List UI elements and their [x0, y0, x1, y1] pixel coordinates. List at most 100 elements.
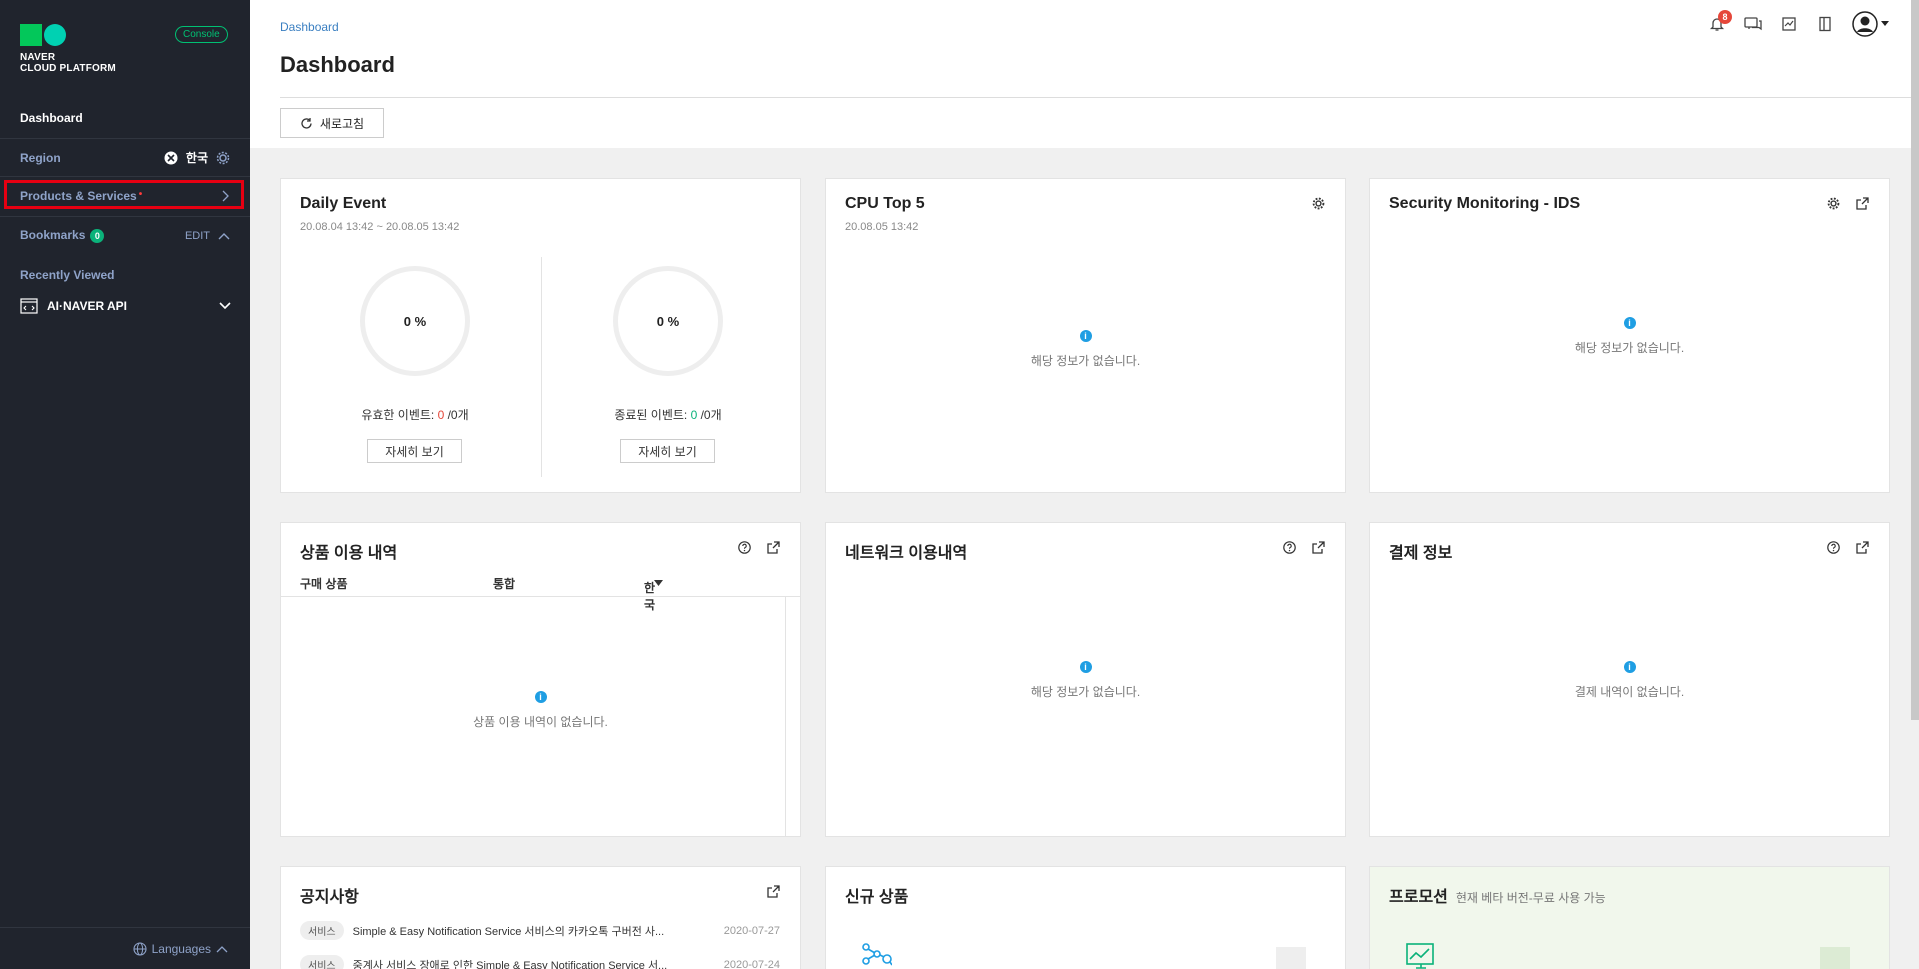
recent-item-ai-naver-api[interactable]: AI·NAVER API	[20, 298, 232, 314]
chevron-up-icon	[216, 945, 228, 952]
help-icon[interactable]	[1283, 541, 1296, 554]
cpu-empty-message: i 해당 정보가 없습니다.	[1030, 330, 1141, 368]
info-icon: i	[534, 691, 547, 703]
chat-icon	[1744, 17, 1762, 31]
card-title: 신규 상품	[845, 889, 909, 906]
network-usage-card: 네트워크 이용내역 i 해당 정보가 없습니다.	[825, 522, 1346, 837]
active-event-label: 유효한 이벤트: 0 /0개	[361, 408, 469, 422]
notice-date: 2020-07-27	[723, 924, 780, 937]
avatar-icon	[1851, 11, 1878, 37]
card-actions	[1312, 197, 1325, 210]
naver-cloud-logo[interactable]: NAVER CLOUD PLATFORM	[20, 24, 116, 74]
page-header: Dashboard Dashboard 새로고침 8	[250, 0, 1919, 720]
logo-text: NAVER CLOUD PLATFORM	[20, 52, 116, 74]
page-scrollbar[interactable]	[1911, 0, 1919, 720]
ended-event-donut: 0 %	[613, 266, 723, 376]
new-products-card: 신규 상품	[825, 866, 1346, 969]
external-link-icon[interactable]	[767, 541, 780, 554]
cpu-top5-card: CPU Top 5 20.08.05 13:42 i 해당 정보가 없습니다.	[825, 178, 1346, 493]
col-integrated: 통합	[493, 577, 516, 591]
recently-viewed-label: Recently Viewed	[20, 268, 115, 282]
sidebar-item-dashboard[interactable]: Dashboard	[20, 111, 83, 125]
chat-button[interactable]	[1743, 14, 1763, 34]
external-link-icon[interactable]	[1312, 541, 1325, 554]
notice-tag: 서비스	[300, 921, 344, 940]
active-event-detail-button[interactable]: 자세히 보기	[367, 439, 462, 463]
external-link-icon[interactable]	[1856, 541, 1869, 554]
card-title: 상품 이용 내역	[300, 545, 398, 562]
report-icon	[1782, 17, 1796, 31]
billing-info-card: 결제 정보 i 결제 내역이 없습니다.	[1369, 522, 1890, 837]
report-button[interactable]	[1779, 14, 1799, 34]
breadcrumb[interactable]: Dashboard	[280, 20, 339, 34]
globe-icon	[133, 941, 147, 956]
header-divider	[280, 97, 1919, 98]
card-title: Daily Event	[300, 195, 387, 212]
security-empty-message: i 해당 정보가 없습니다.	[1574, 317, 1685, 355]
event-divider	[541, 257, 542, 477]
card-title: 공지사항	[300, 889, 359, 906]
card-title: CPU Top 5	[845, 195, 925, 212]
notice-item[interactable]: 서비스 Simple & Easy Notification Service 서…	[300, 921, 780, 940]
card-title: 결제 정보	[1389, 545, 1453, 562]
card-title: 네트워크 이용내역	[845, 545, 968, 562]
card-actions	[1283, 541, 1325, 554]
daily-event-card: Daily Event 20.08.04 13:42 ~ 20.08.05 13…	[280, 178, 801, 493]
carousel-arrow[interactable]	[1276, 947, 1306, 969]
notice-title: Simple & Easy Notification Service 서비스의 …	[352, 925, 665, 938]
col-product: 구매 상품	[300, 577, 348, 591]
languages-label: Languages	[151, 941, 211, 956]
info-icon: i	[1079, 661, 1092, 673]
caret-down-icon	[1880, 21, 1889, 26]
card-actions	[738, 541, 780, 554]
notification-button[interactable]: 8	[1707, 10, 1732, 34]
recent-item-label: AI·NAVER API	[47, 299, 128, 313]
info-icon: i	[1079, 330, 1092, 342]
help-icon[interactable]	[1827, 541, 1840, 554]
notice-date: 2020-07-24	[723, 958, 780, 969]
gear-icon[interactable]	[1827, 197, 1840, 210]
region-select[interactable]: 한국	[644, 575, 663, 612]
user-menu-button[interactable]	[1851, 11, 1889, 37]
notice-item[interactable]: 서비스 중계사 서비스 장애로 인한 Simple & Easy Notific…	[300, 955, 780, 969]
notice-card: 공지사항 서비스 Simple & Easy Notification Serv…	[280, 866, 801, 969]
security-monitoring-card: Security Monitoring - IDS i 해당 정보가 없습니다.	[1369, 178, 1890, 493]
console-badge[interactable]: Console	[175, 26, 228, 43]
products-highlight-box	[4, 180, 244, 209]
active-event-donut: 0 %	[360, 266, 470, 376]
cpu-time: 20.08.05 13:42	[845, 221, 919, 233]
gear-icon[interactable]	[1312, 197, 1325, 210]
product-usage-card: 상품 이용 내역 구매 상품 통합 한국 i 상품 이용 내역이 없습니다.	[280, 522, 801, 837]
book-icon	[1819, 16, 1831, 32]
guide-button[interactable]	[1815, 14, 1835, 34]
bookmarks-edit-link[interactable]: EDIT	[185, 230, 210, 242]
sidebar-item-region[interactable]: Region 한국	[0, 138, 250, 176]
region-value: 한국	[185, 151, 208, 165]
monitoring-chart-icon[interactable]	[1406, 943, 1436, 969]
bookmarks-label: Bookmarks 0	[20, 228, 105, 243]
external-link-icon[interactable]	[767, 885, 780, 898]
help-icon[interactable]	[738, 541, 751, 554]
external-link-icon[interactable]	[1856, 197, 1869, 210]
refresh-label: 새로고침	[319, 116, 365, 131]
info-icon: i	[1623, 661, 1636, 673]
billing-empty-message: i 결제 내역이 없습니다.	[1574, 661, 1685, 699]
notice-title: 중계사 서비스 장애로 인한 Simple & Easy Notificatio…	[352, 959, 668, 969]
chevron-up-icon[interactable]	[218, 231, 230, 241]
refresh-button[interactable]: 새로고침	[280, 108, 384, 138]
network-product-icon[interactable]	[862, 943, 892, 967]
carousel-arrow[interactable]	[1820, 947, 1850, 969]
languages-selector[interactable]: Languages	[0, 927, 250, 969]
notification-count-badge: 8	[1718, 10, 1732, 24]
promotion-subtitle: 현재 베타 버전-무료 사용 가능	[1455, 891, 1606, 905]
usage-table-header: 구매 상품 통합 한국	[281, 571, 800, 612]
bookmarks-count-badge: 0	[90, 229, 105, 243]
event-date-range: 20.08.04 13:42 ~ 20.08.05 13:42	[300, 221, 460, 233]
gear-icon[interactable]	[216, 151, 230, 165]
sidebar-item-bookmarks[interactable]: Bookmarks 0 EDIT	[0, 216, 250, 254]
chevron-down-icon[interactable]	[218, 301, 232, 311]
refresh-icon	[301, 117, 312, 129]
ended-event-detail-button[interactable]: 자세히 보기	[620, 439, 715, 463]
page-title: Dashboard	[280, 52, 395, 77]
region-label: Region	[20, 150, 61, 165]
